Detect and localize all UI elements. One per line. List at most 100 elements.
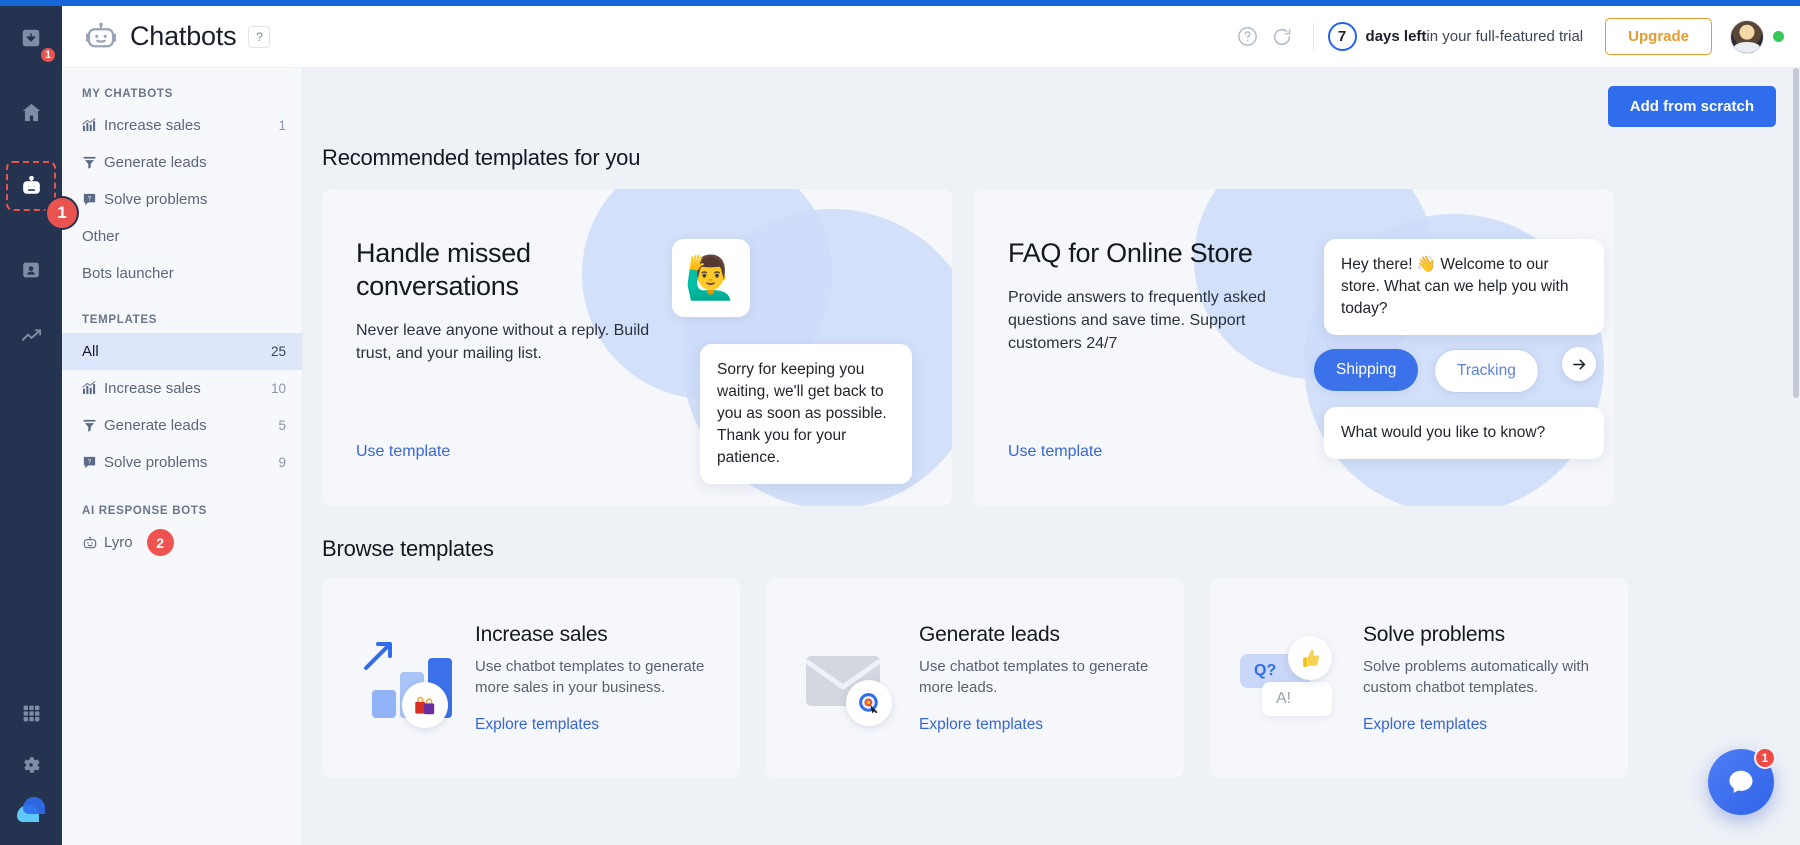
sidebar-item-label: Bots launcher: [82, 265, 286, 282]
card-text: Increase sales Use chatbot templates to …: [465, 623, 730, 734]
header-left: Chatbots ?: [62, 20, 270, 54]
browse-card-solve-problems[interactable]: Q? A! Solve problems Solve problems auto…: [1210, 578, 1628, 778]
explore-templates-link[interactable]: Explore templates: [475, 716, 730, 734]
chat-launcher-badge: 1: [1754, 747, 1776, 769]
svg-text:?: ?: [88, 195, 92, 202]
apps-icon[interactable]: [9, 691, 53, 735]
bar-chart-icon: [82, 381, 104, 396]
card-title: Generate leads: [919, 623, 1174, 647]
sidebar-item-label: Other: [82, 228, 286, 245]
home-icon[interactable]: [9, 90, 53, 134]
explore-templates-link[interactable]: Explore templates: [919, 716, 1174, 734]
sidebar-heading-my-chatbots: MY CHATBOTS: [62, 78, 302, 107]
sidebar-heading-ai-response-bots: AI RESPONSE BOTS: [62, 481, 302, 524]
card-description: Solve problems automatically with custom…: [1363, 656, 1618, 698]
chat-launcher[interactable]: 1: [1708, 749, 1774, 815]
sidebar-template-generate-leads[interactable]: Generate leads 5: [62, 407, 302, 444]
brand-logo[interactable]: [9, 787, 53, 831]
sidebar-item-label: Generate leads: [104, 154, 286, 171]
answer-bubble-label: A!: [1262, 682, 1332, 716]
sidebar-item-label: Generate leads: [104, 417, 278, 434]
sidebar-item-lyro[interactable]: Lyro 2: [62, 524, 302, 561]
help-circle-icon[interactable]: [1231, 20, 1265, 54]
settings-icon[interactable]: [9, 743, 53, 787]
secondary-sidebar: MY CHATBOTS Increase sales 1 Generate le…: [62, 68, 303, 845]
browse-cards-row: Increase sales Use chatbot templates to …: [303, 562, 1800, 778]
add-from-scratch-button[interactable]: Add from scratch: [1608, 86, 1776, 127]
lyro-badge: 2: [147, 529, 174, 556]
sidebar-item-label: Solve problems: [104, 191, 286, 208]
chat-bubble-followup: What would you like to know?: [1324, 407, 1604, 459]
sidebar-item-all[interactable]: All 25: [62, 333, 302, 370]
card-title: FAQ for Online Store: [1008, 237, 1304, 270]
raising-hand-emoji-tile: 🙋‍♂️: [672, 239, 750, 317]
help-tooltip-button[interactable]: ?: [248, 26, 270, 48]
svg-text:?: ?: [88, 458, 92, 465]
sidebar-item-count: 9: [278, 455, 286, 470]
sidebar-template-solve-problems[interactable]: ? Solve problems 9: [62, 444, 302, 481]
card-description: Provide answers to frequently asked ques…: [1008, 286, 1304, 356]
sidebar-heading-templates: TEMPLATES: [62, 292, 302, 333]
card-description: Use chatbot templates to generate more l…: [919, 656, 1174, 698]
sidebar-item-label: All: [82, 343, 271, 360]
browse-card-generate-leads[interactable]: Generate leads Use chatbot templates to …: [766, 578, 1184, 778]
trial-days-left-label: days left: [1366, 28, 1427, 45]
card-title: Handle missed conversations: [356, 237, 652, 303]
template-card-handle-missed-conversations[interactable]: Handle missed conversations Never leave …: [322, 189, 952, 506]
chatbots-badge: 1: [45, 196, 79, 230]
question-bubble-icon: ?: [82, 192, 104, 207]
quick-reply-shipping[interactable]: Shipping: [1314, 349, 1418, 391]
target-cursor-icon: [846, 680, 892, 726]
next-arrow-icon[interactable]: [1562, 347, 1596, 381]
envelope-target-art: [784, 618, 909, 738]
sidebar-item-label: Lyro: [104, 534, 133, 551]
sidebar-item-count: 25: [271, 344, 286, 359]
sidebar-item-bots-launcher[interactable]: Bots launcher: [62, 255, 302, 292]
trial-rest-label: in your full-featured trial: [1426, 28, 1583, 45]
use-template-link[interactable]: Use template: [356, 443, 450, 461]
sidebar-item-generate-leads[interactable]: Generate leads: [62, 144, 302, 181]
header-divider: [1313, 23, 1314, 51]
card-title: Solve problems: [1363, 623, 1618, 647]
explore-templates-link[interactable]: Explore templates: [1363, 716, 1618, 734]
card-description: Never leave anyone without a reply. Buil…: [356, 319, 652, 365]
funnel-icon: [82, 418, 104, 433]
card-text: Generate leads Use chatbot templates to …: [909, 623, 1174, 734]
browse-templates-heading: Browse templates: [303, 506, 1800, 562]
online-status-dot: [1773, 31, 1784, 42]
card-body: FAQ for Online Store Provide answers to …: [974, 189, 1304, 356]
card-title: Increase sales: [475, 623, 730, 647]
sidebar-item-count: 1: [278, 118, 286, 133]
chat-bubble-welcome: Hey there! 👋 Welcome to our store. What …: [1324, 239, 1604, 335]
browse-card-increase-sales[interactable]: Increase sales Use chatbot templates to …: [322, 578, 740, 778]
trial-days-count: 7: [1328, 22, 1357, 51]
quick-reply-tracking[interactable]: Tracking: [1434, 349, 1539, 393]
primary-nav-rail: 1 1: [0, 0, 62, 845]
page-scrollbar[interactable]: [1792, 68, 1800, 845]
template-card-faq-online-store[interactable]: FAQ for Online Store Provide answers to …: [974, 189, 1614, 506]
qa-thumbsup-art: Q? A!: [1228, 618, 1353, 738]
inbox-icon[interactable]: 1: [9, 16, 53, 60]
scrollbar-thumb[interactable]: [1793, 68, 1799, 398]
sidebar-item-label: Increase sales: [104, 380, 271, 397]
recommended-templates-heading: Recommended templates for you: [303, 127, 1800, 171]
sidebar-item-solve-problems[interactable]: ? Solve problems: [62, 181, 302, 218]
sidebar-item-increase-sales[interactable]: Increase sales 1: [62, 107, 302, 144]
chat-bubble-agent: Sorry for keeping you waiting, we'll get…: [700, 344, 912, 484]
chatbots-icon[interactable]: 1: [9, 164, 53, 208]
avatar[interactable]: [1730, 20, 1764, 54]
refresh-icon[interactable]: [1265, 20, 1299, 54]
sidebar-template-increase-sales[interactable]: Increase sales 10: [62, 370, 302, 407]
main-content: Add from scratch Recommended templates f…: [303, 68, 1800, 845]
bar-chart-shopping-art: [340, 618, 465, 738]
sidebar-item-other[interactable]: Other: [62, 218, 302, 255]
analytics-icon[interactable]: [9, 314, 53, 358]
card-description: Use chatbot templates to generate more s…: [475, 656, 730, 698]
contacts-icon[interactable]: [9, 248, 53, 292]
shopping-bags-icon: [402, 682, 448, 728]
robot-icon: [82, 535, 104, 551]
sidebar-item-label: Solve problems: [104, 454, 278, 471]
use-template-link[interactable]: Use template: [1008, 443, 1102, 461]
question-bubble-icon: ?: [82, 455, 104, 470]
upgrade-button[interactable]: Upgrade: [1605, 18, 1712, 55]
